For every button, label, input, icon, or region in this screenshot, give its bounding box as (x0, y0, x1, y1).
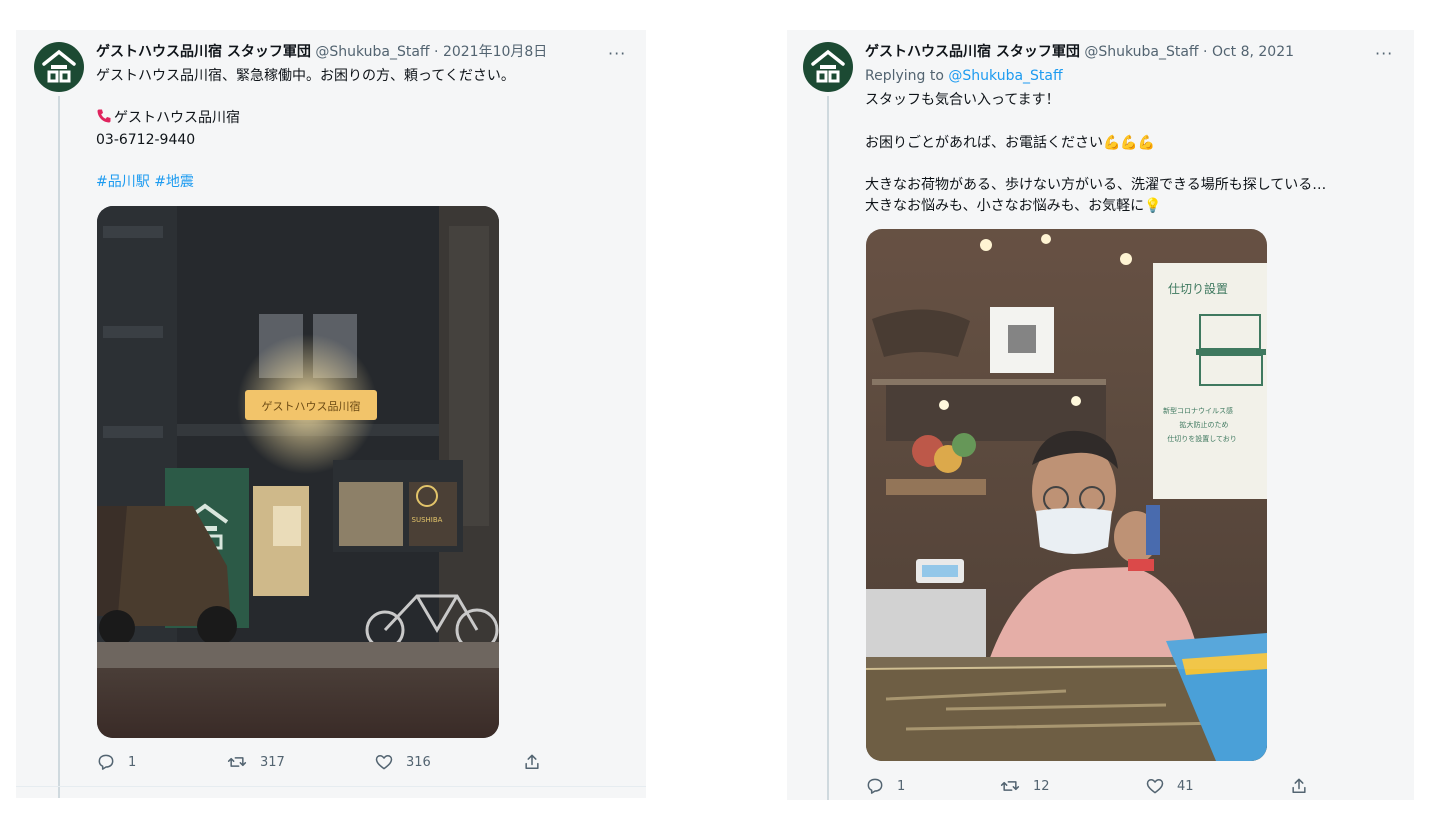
share-button[interactable] (1289, 776, 1309, 796)
phone-number[interactable]: 03-6712-9440 (96, 130, 195, 150)
guesthouse-night-photo: ゲストハウス品川宿 SUSHIBA (97, 206, 499, 738)
retweet-icon (1000, 781, 1020, 791)
retweet-button[interactable]: 317 (226, 752, 285, 772)
share-icon (1292, 778, 1306, 793)
replying-to: Replying to @Shukuba_Staff (865, 66, 1063, 86)
reply-button[interactable]: 1 (865, 776, 905, 796)
reply-count: 1 (128, 754, 137, 770)
like-button[interactable]: 316 (374, 752, 431, 772)
phone-icon (96, 108, 112, 130)
tweet-text-line: 大きなお荷物がある、歩けない方がいる、洗濯できる場所も探している… (865, 177, 1327, 193)
photo-sign-text: ゲストハウス品川宿 (262, 399, 361, 413)
reply-icon (98, 754, 114, 770)
hashtag-link[interactable]: #品川駅 (96, 174, 150, 190)
replying-handle-link[interactable]: @Shukuba_Staff (948, 68, 1062, 84)
tweet-card-left[interactable]: ゲストハウス品川宿 スタッフ軍団 @Shukuba_Staff · 2021年1… (16, 30, 646, 798)
house-logo-icon (42, 49, 76, 83)
tweet-photo[interactable]: ゲストハウス品川宿 SUSHIBA (97, 206, 499, 738)
user-handle[interactable]: @Shukuba_Staff (315, 44, 429, 60)
tweet-date[interactable]: 2021年10月8日 (443, 44, 547, 60)
thread-line (827, 96, 829, 800)
retweet-button[interactable]: 12 (999, 776, 1050, 796)
like-count: 316 (406, 754, 431, 770)
tweet-divider (16, 786, 646, 787)
like-icon (375, 755, 393, 770)
hashtag-link[interactable]: #地震 (154, 174, 194, 190)
more-icon[interactable]: ··· (608, 46, 626, 62)
avatar[interactable] (34, 42, 84, 92)
tweet-text-line: お困りごとがあれば、お電話ください💪💪💪 (865, 135, 1156, 151)
share-button[interactable] (522, 752, 542, 772)
hashtags: #品川駅 #地震 (96, 172, 194, 192)
tweet-text-line: 大きなお悩みも、小さなお悩みも、お気軽に💡 (865, 198, 1162, 214)
separator: · (429, 44, 443, 60)
staff-counter-photo: 仕切り設置 新型コロナウイルス感 拡大防止のため 仕切りを設置しており (866, 229, 1267, 761)
thread-line (58, 96, 60, 798)
tweet-text-line: スタッフも気合い入ってます！ (865, 92, 1060, 108)
tweet-header: ゲストハウス品川宿 スタッフ軍団 @Shukuba_Staff · Oct 8,… (865, 42, 1294, 62)
tweet-header: ゲストハウス品川宿 スタッフ軍団 @Shukuba_Staff · 2021年1… (96, 42, 547, 62)
retweet-count: 12 (1033, 778, 1050, 794)
like-icon (1146, 779, 1164, 794)
user-handle[interactable]: @Shukuba_Staff (1084, 44, 1198, 60)
reply-count: 1 (897, 778, 906, 794)
tweet-date[interactable]: Oct 8, 2021 (1212, 44, 1294, 60)
avatar[interactable] (803, 42, 853, 92)
photo-sign-text2: SUSHIBA (412, 516, 443, 524)
more-icon[interactable]: ··· (1375, 46, 1393, 62)
share-icon (525, 754, 539, 769)
replying-prefix: Replying to (865, 68, 949, 84)
phone-label-row: ゲストハウス品川宿 (96, 108, 240, 130)
like-count: 41 (1177, 778, 1194, 794)
display-name[interactable]: ゲストハウス品川宿 スタッフ軍団 (96, 44, 311, 60)
display-name[interactable]: ゲストハウス品川宿 スタッフ軍団 (865, 44, 1080, 60)
tweet-text-line: ゲストハウス品川宿、緊急稼働中。お困りの方、頼ってください。 (96, 68, 515, 84)
reply-icon (867, 778, 883, 794)
reply-button[interactable]: 1 (96, 752, 136, 772)
tweet-photo[interactable]: 仕切り設置 新型コロナウイルス感 拡大防止のため 仕切りを設置しており (866, 229, 1267, 761)
house-logo-icon (811, 49, 845, 83)
retweet-icon (227, 757, 247, 767)
retweet-count: 317 (260, 754, 285, 770)
tweet-card-right[interactable]: ゲストハウス品川宿 スタッフ軍団 @Shukuba_Staff · Oct 8,… (787, 30, 1414, 800)
like-button[interactable]: 41 (1145, 776, 1194, 796)
separator: · (1198, 44, 1212, 60)
phone-label: ゲストハウス品川宿 (114, 110, 240, 126)
